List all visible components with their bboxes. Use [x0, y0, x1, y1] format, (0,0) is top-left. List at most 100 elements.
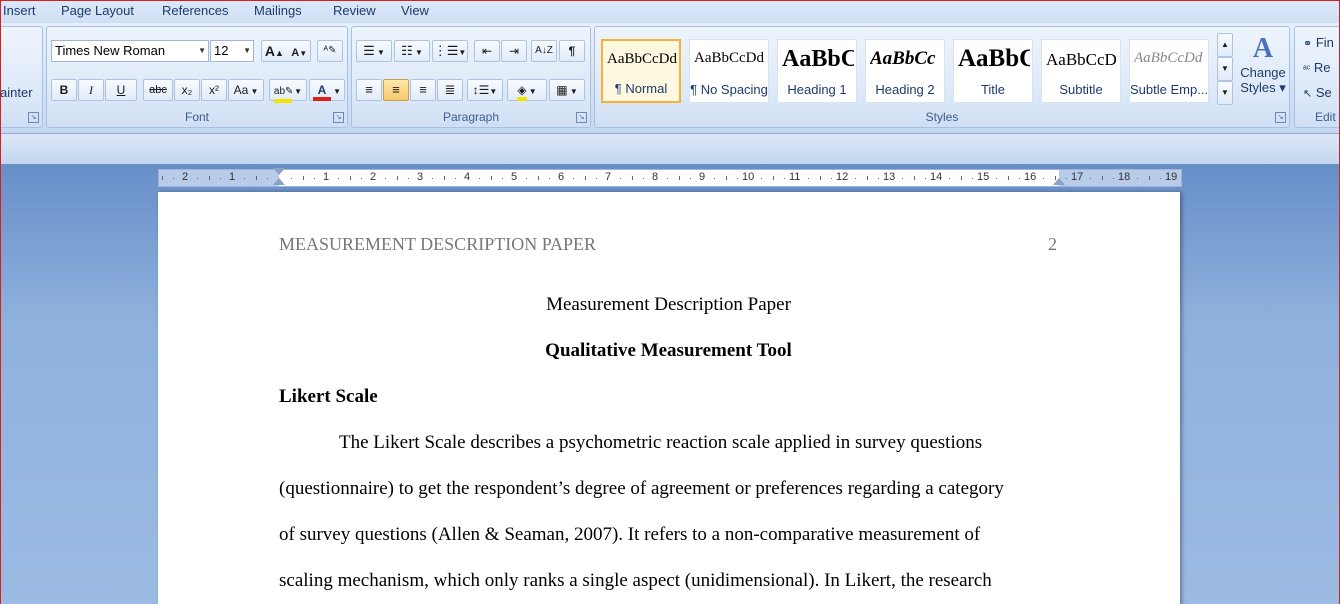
ruler-tick: [491, 176, 492, 180]
increase-indent-icon[interactable]: ⇥: [501, 40, 527, 62]
align-center-icon[interactable]: ≡: [383, 79, 409, 101]
gallery-more-icon[interactable]: ▼: [1217, 81, 1233, 105]
ruler-tick: [444, 176, 445, 180]
tab-mailings[interactable]: Mailings: [254, 3, 302, 18]
gallery-scroll-up-icon[interactable]: ▲: [1217, 33, 1233, 57]
style-title[interactable]: AaBbC Title: [953, 39, 1033, 103]
ruler-number: 16: [1024, 171, 1037, 183]
ruler-tick: [679, 176, 680, 180]
style-subtle-emphasis[interactable]: AaBbCcDd Subtle Emp...: [1129, 39, 1209, 103]
body-line: The Likert Scale describes a psychometri…: [339, 432, 983, 453]
highlight-button[interactable]: ab✎ ▼: [269, 79, 307, 103]
ruler-tick: [761, 178, 762, 179]
align-right-icon[interactable]: ≡: [410, 79, 436, 101]
ruler-left-margin: [159, 170, 279, 186]
gallery-scroll-down-icon[interactable]: ▼: [1217, 57, 1233, 81]
shrink-font-icon[interactable]: A: [291, 47, 299, 59]
style-no-spacing[interactable]: AaBbCcDd ¶ No Spacing: [689, 39, 769, 103]
ruler-tick: [914, 176, 915, 180]
ruler-number: 12: [836, 171, 849, 183]
justify-icon[interactable]: ≣: [437, 79, 463, 101]
first-line-indent-marker[interactable]: [273, 168, 285, 175]
superscript-button[interactable]: x²: [201, 79, 227, 101]
font-dialog-launcher[interactable]: ↘: [333, 112, 344, 123]
style-subtitle[interactable]: AaBbCcD Subtitle: [1041, 39, 1121, 103]
numbering-icon[interactable]: ☷ ▼: [394, 40, 430, 62]
font-family-combo[interactable]: Times New Roman ▼: [51, 40, 209, 62]
clear-formatting-icon[interactable]: ᴬ✎: [317, 40, 343, 62]
styles-dialog-launcher[interactable]: ↘: [1275, 112, 1286, 123]
ruler-tick: [220, 178, 221, 179]
italic-button[interactable]: I: [78, 79, 104, 101]
ruler-tick: [949, 178, 950, 179]
section-heading: Likert Scale: [279, 386, 378, 407]
show-formatting-button[interactable]: ¶: [559, 40, 585, 62]
grow-shrink-font-buttons[interactable]: A▲ A▼: [261, 40, 311, 62]
ruler-number: 18: [1118, 171, 1131, 183]
style-normal[interactable]: AaBbCcDd ¶ Normal: [601, 39, 681, 103]
change-styles-icon: A: [1252, 33, 1274, 64]
underline-button[interactable]: U: [105, 79, 137, 101]
line-spacing-icon[interactable]: ↕☰▼: [467, 79, 503, 101]
ruler-tick: [714, 178, 715, 179]
ruler-tick: [773, 176, 774, 180]
clipboard-dialog-launcher[interactable]: ↘: [28, 112, 39, 123]
font-color-button[interactable]: A ▼: [309, 79, 345, 101]
multilevel-list-icon[interactable]: ⋮☰▼: [432, 40, 468, 62]
sort-icon[interactable]: A↓Z: [531, 40, 557, 62]
binoculars-icon: ⚭: [1303, 38, 1313, 50]
bold-button[interactable]: B: [51, 79, 77, 101]
ruler-tick: [256, 176, 257, 180]
style-heading-1[interactable]: AaBbC Heading 1: [777, 39, 857, 103]
ruler-number: 9: [699, 171, 706, 183]
decrease-indent-icon[interactable]: ⇤: [474, 40, 500, 62]
strikethrough-button[interactable]: abc: [143, 79, 173, 101]
word-window: Insert Page Layout References Mailings R…: [0, 0, 1340, 604]
document-workspace[interactable]: 2 1 1 2 3 4 5 6 7 8 9 10 11 12 13 14 15 16 17 18 19 MEASUREM…: [1, 134, 1339, 604]
font-family-value: Times New Roman: [55, 43, 166, 58]
shading-icon[interactable]: ◈ ▼: [507, 79, 547, 101]
paragraph-dialog-launcher[interactable]: ↘: [576, 112, 587, 123]
tab-view[interactable]: View: [401, 3, 429, 18]
change-styles-button[interactable]: A Change Styles ▾: [1237, 33, 1289, 109]
ruler-tick: [397, 176, 398, 180]
ruler-tick: [502, 178, 503, 179]
grow-font-icon[interactable]: A: [265, 43, 275, 59]
borders-icon[interactable]: ▦ ▼: [549, 79, 585, 101]
ruler-tick: [690, 178, 691, 179]
style-name: Subtitle: [1059, 82, 1103, 97]
ruler-number: 13: [883, 171, 896, 183]
subscript-button[interactable]: x₂: [174, 79, 200, 101]
ruler-tick: [1090, 178, 1091, 179]
tab-review[interactable]: Review: [333, 3, 376, 18]
font-color-icon: A: [312, 83, 331, 101]
ruler-tick: [244, 178, 245, 179]
align-left-icon[interactable]: ≡: [356, 79, 382, 101]
ruler-tick: [902, 178, 903, 179]
tab-references[interactable]: References: [162, 3, 228, 18]
hanging-indent-marker[interactable]: [273, 178, 285, 185]
select-button[interactable]: ↖ Se: [1303, 85, 1332, 100]
font-size-combo[interactable]: 12 ▼: [210, 40, 254, 62]
find-button[interactable]: ⚭ Fin: [1303, 35, 1334, 50]
tab-insert[interactable]: Insert: [3, 3, 36, 18]
ruler-number: 6: [558, 171, 565, 183]
ruler-tick: [1160, 178, 1161, 179]
tab-page-layout[interactable]: Page Layout: [61, 3, 134, 18]
format-painter-label[interactable]: ainter: [1, 85, 33, 100]
bullets-icon[interactable]: ☰ ▼: [356, 40, 392, 62]
ruler-tick: [632, 176, 633, 180]
ruler-tick: [455, 178, 456, 179]
change-case-button[interactable]: Aa ▼: [228, 79, 264, 101]
style-heading-2[interactable]: AaBbCc Heading 2: [865, 39, 945, 103]
ruler-tick: [538, 176, 539, 180]
ruler-number: 1: [323, 171, 330, 183]
right-indent-marker[interactable]: [1053, 178, 1065, 185]
ruler-tick: [350, 176, 351, 180]
ruler-tick: [1149, 176, 1150, 180]
document-page[interactable]: MEASUREMENT DESCRIPTION PAPER 2 Measurem…: [158, 192, 1180, 604]
horizontal-ruler[interactable]: 2 1 1 2 3 4 5 6 7 8 9 10 11 12 13 14 15 16 17 18 19: [158, 168, 1182, 187]
cursor-icon: ↖: [1303, 88, 1313, 100]
replace-button[interactable]: ᵃᶜ Re: [1303, 60, 1331, 75]
ruler-tick: [291, 178, 292, 179]
